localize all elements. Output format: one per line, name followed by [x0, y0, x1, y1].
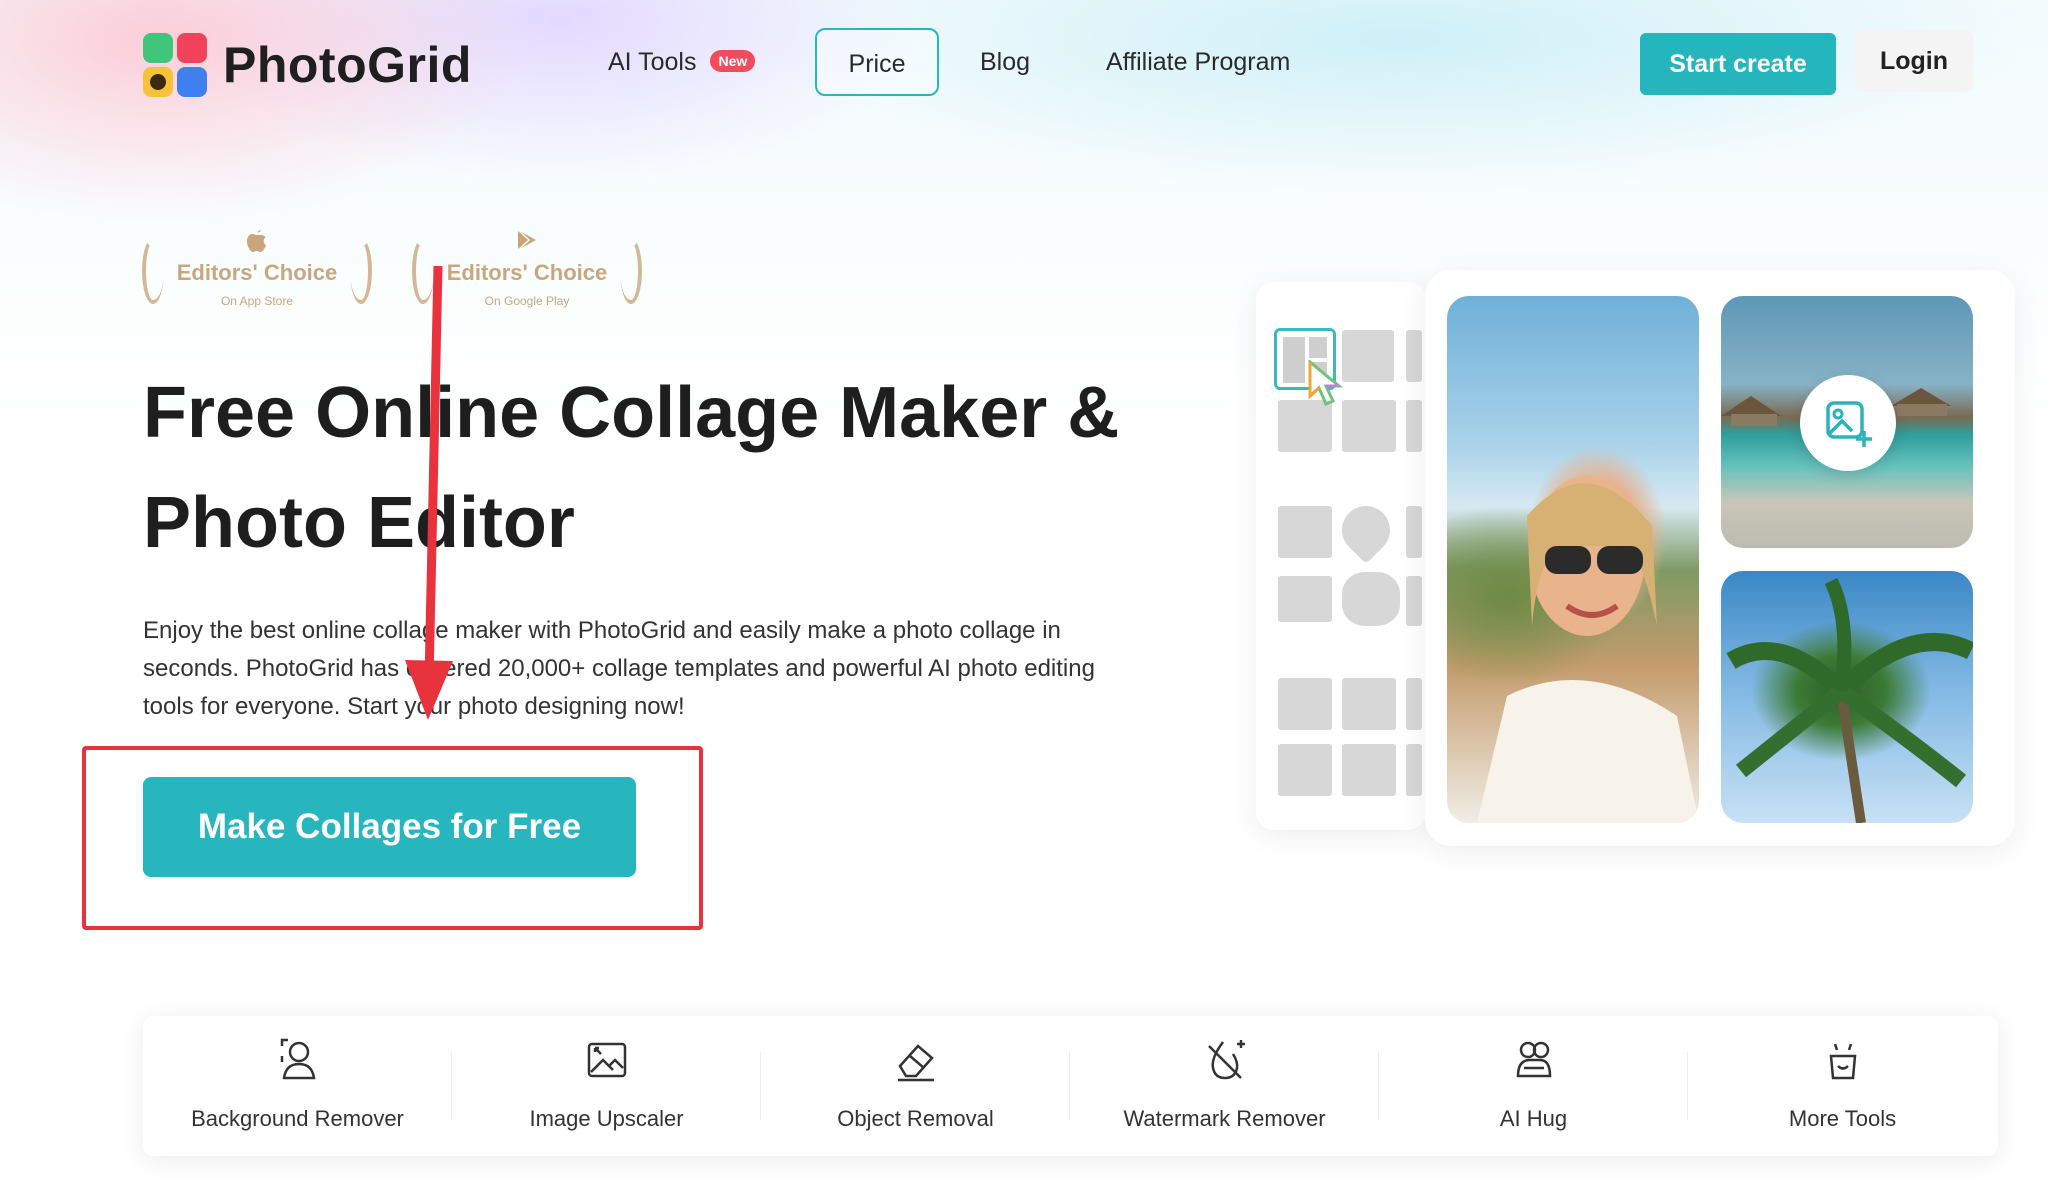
- annotation-arrow: [405, 265, 453, 720]
